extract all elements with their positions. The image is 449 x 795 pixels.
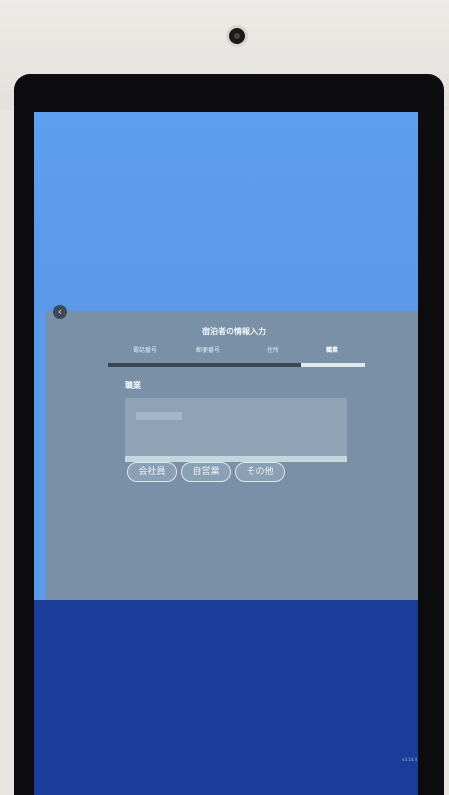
camera-icon	[229, 28, 245, 44]
selected-value-placeholder	[136, 412, 182, 420]
screen-top-area	[34, 112, 418, 312]
step-occupation: 職業	[326, 347, 339, 354]
step-indicator: 電話番号 郵便番号 住所 職業	[108, 345, 365, 357]
camera-lens	[234, 33, 240, 39]
tablet-screen: ‹ 宿泊者の情報入力 電話番号 郵便番号 住所 職業 職業 会社員 自営業 その…	[34, 112, 418, 795]
back-button[interactable]: ‹	[53, 305, 67, 319]
screen-bottom-area	[34, 600, 418, 795]
chevron-left-icon: ‹	[57, 305, 63, 318]
option-self-employed[interactable]: 自営業	[181, 462, 231, 482]
version-label: v3.14.4	[402, 757, 418, 762]
modal-title: 宿泊者の情報入力	[202, 327, 266, 336]
progress-bar	[108, 363, 365, 367]
step-postal-code: 郵便番号	[196, 347, 221, 354]
progress-fill	[300, 363, 365, 367]
occupation-display-box	[125, 398, 347, 456]
section-label: 職業	[125, 381, 141, 390]
option-other[interactable]: その他	[235, 462, 285, 482]
step-address: 住所	[267, 347, 280, 354]
option-company-employee[interactable]: 会社員	[127, 462, 177, 482]
step-phone: 電話番号	[133, 347, 158, 354]
occupation-options: 会社員 自営業 その他	[127, 462, 297, 482]
